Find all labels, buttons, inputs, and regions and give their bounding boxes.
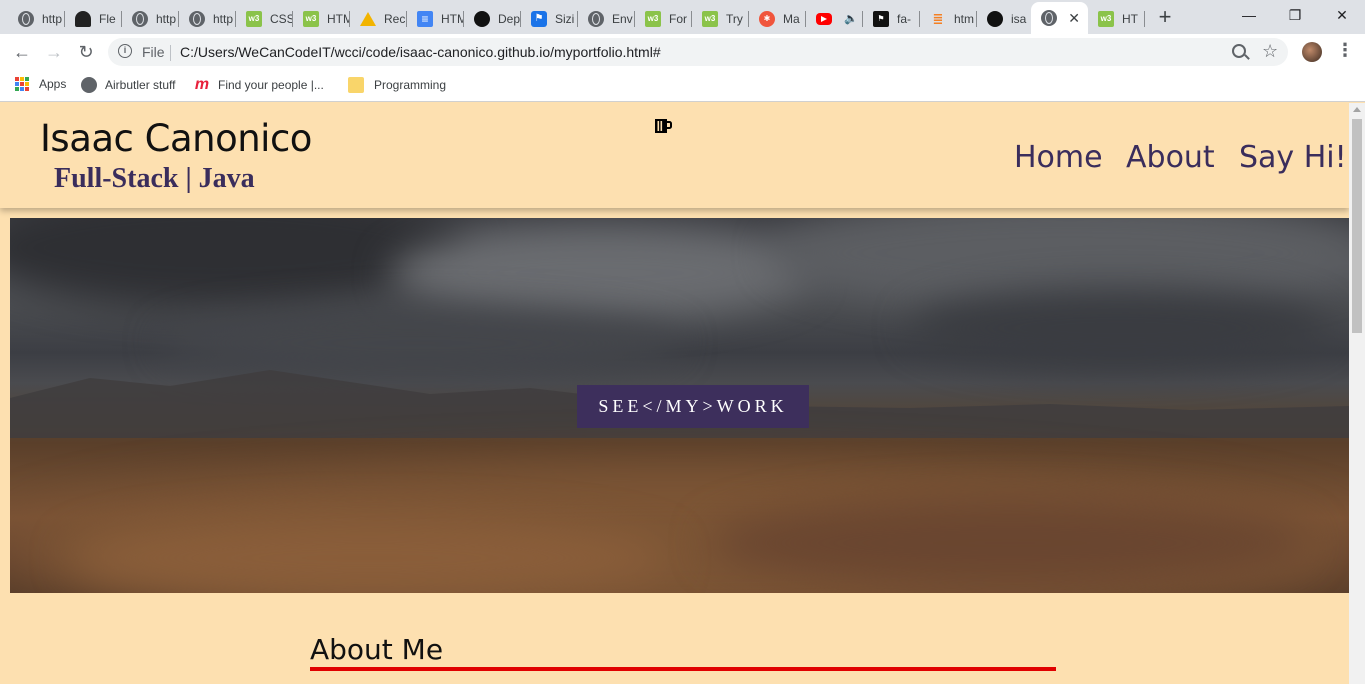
youtube-icon: [816, 12, 832, 25]
tab[interactable]: w3 HTM: [293, 5, 350, 32]
meetup-icon: m: [194, 76, 210, 93]
page-viewport: Isaac Canonico Full-Stack | Java Home Ab…: [0, 103, 1349, 684]
tab-active[interactable]: ✕: [1031, 2, 1088, 34]
tab[interactable]: w3 HT: [1088, 5, 1145, 32]
nav-home[interactable]: Home: [1014, 140, 1103, 175]
about-heading: About Me: [310, 633, 444, 666]
bookmark-apps[interactable]: Apps: [15, 77, 66, 91]
tab[interactable]: http: [8, 5, 65, 32]
github-icon: [987, 10, 1003, 27]
site-header: Isaac Canonico Full-Stack | Java Home Ab…: [0, 103, 1349, 208]
info-icon[interactable]: i: [118, 44, 132, 58]
coffee-mug-icon: [655, 119, 672, 133]
url-text[interactable]: C:/Users/WeCanCodeIT/wcci/code/isaac-can…: [180, 44, 661, 60]
star-icon[interactable]: ☆: [1262, 41, 1278, 62]
docs-icon: [417, 10, 433, 27]
back-arrow-icon[interactable]: ←: [10, 40, 34, 64]
bookmark-airbutler[interactable]: Airbutler stuff: [81, 77, 175, 93]
globe-icon: [189, 10, 205, 27]
tab[interactable]: isa: [977, 5, 1031, 32]
zoom-icon[interactable]: [1232, 44, 1246, 58]
close-window-button[interactable]: ✕: [1319, 0, 1365, 30]
see-my-work-button[interactable]: SEE</MY>WORK: [577, 385, 809, 428]
scroll-thumb[interactable]: [1352, 119, 1362, 333]
new-tab-button[interactable]: +: [1153, 5, 1177, 29]
w3schools-icon: w3: [702, 10, 718, 27]
asterisk-icon: ✱: [759, 10, 775, 27]
globe-icon: [18, 10, 34, 27]
tab[interactable]: Sizi: [521, 5, 578, 32]
speaker-icon[interactable]: 🔈: [844, 12, 858, 25]
restore-button[interactable]: ❐: [1272, 0, 1318, 30]
github-icon: [474, 10, 490, 27]
bookmarks-bar: Apps Airbutler stuff m Find your people …: [0, 70, 1365, 102]
scrollbar[interactable]: [1349, 103, 1365, 684]
url-scheme: File: [142, 44, 165, 60]
nav-say-hi[interactable]: Say Hi!: [1239, 140, 1347, 175]
tab[interactable]: Env: [578, 5, 635, 32]
hat-icon: [75, 10, 91, 27]
section-divider: [310, 667, 1056, 671]
tab[interactable]: Dep: [464, 5, 521, 32]
browser-toolbar: ← → ↻ i File C:/Users/WeCanCodeIT/wcci/c…: [0, 34, 1365, 70]
forward-arrow-icon[interactable]: →: [42, 40, 66, 64]
stackoverflow-icon: ≣: [932, 10, 944, 26]
bookmark-programming[interactable]: Programming: [348, 77, 446, 93]
minimize-button[interactable]: —: [1226, 0, 1272, 30]
divider: [170, 45, 171, 61]
address-bar[interactable]: i File C:/Users/WeCanCodeIT/wcci/code/is…: [108, 38, 1288, 66]
scroll-up-arrow-icon[interactable]: [1353, 107, 1361, 112]
tab[interactable]: ⚑ fa-: [863, 5, 920, 32]
tab[interactable]: http: [122, 5, 179, 32]
tab[interactable]: 🔈: [806, 5, 863, 32]
globe-icon: [588, 10, 604, 27]
tab[interactable]: ✱ Ma: [749, 5, 806, 32]
tab[interactable]: HTM: [407, 5, 464, 32]
tab[interactable]: http: [179, 5, 236, 32]
kebab-menu-icon[interactable]: ⋮: [1336, 40, 1354, 61]
globe-icon: [1041, 10, 1057, 26]
globe-icon: [132, 10, 148, 27]
site-name: Isaac Canonico: [40, 117, 312, 160]
avatar[interactable]: [1302, 42, 1322, 62]
drive-icon: [360, 11, 376, 26]
site-tagline: Full-Stack | Java: [54, 163, 255, 194]
w3schools-icon: w3: [303, 10, 319, 27]
tab[interactable]: w3 For: [635, 5, 692, 32]
tab[interactable]: ≣ htm: [920, 5, 977, 32]
tab[interactable]: Rec: [350, 5, 407, 32]
w3schools-icon: w3: [645, 10, 661, 27]
w3schools-icon: w3: [246, 10, 262, 27]
folder-icon: [348, 77, 364, 93]
tab[interactable]: w3 CSS: [236, 5, 293, 32]
reload-icon[interactable]: ↻: [74, 40, 98, 64]
hero-banner: SEE</MY>WORK: [10, 218, 1349, 593]
fontawesome-icon: ⚑: [873, 10, 889, 27]
nav-about[interactable]: About: [1126, 140, 1215, 175]
bookmark-meetup[interactable]: m Find your people |...: [194, 77, 324, 93]
flag-icon: [531, 10, 547, 27]
tab-strip: http Fle http http w3CSS w3HTM Rec HTM D…: [0, 0, 1365, 34]
w3schools-icon: w3: [1098, 10, 1114, 27]
tab[interactable]: Fle: [65, 5, 122, 32]
apps-grid-icon: [15, 77, 29, 91]
close-tab-icon[interactable]: ✕: [1068, 10, 1080, 27]
tab[interactable]: w3 Try: [692, 5, 749, 32]
globe-icon: [81, 77, 97, 93]
